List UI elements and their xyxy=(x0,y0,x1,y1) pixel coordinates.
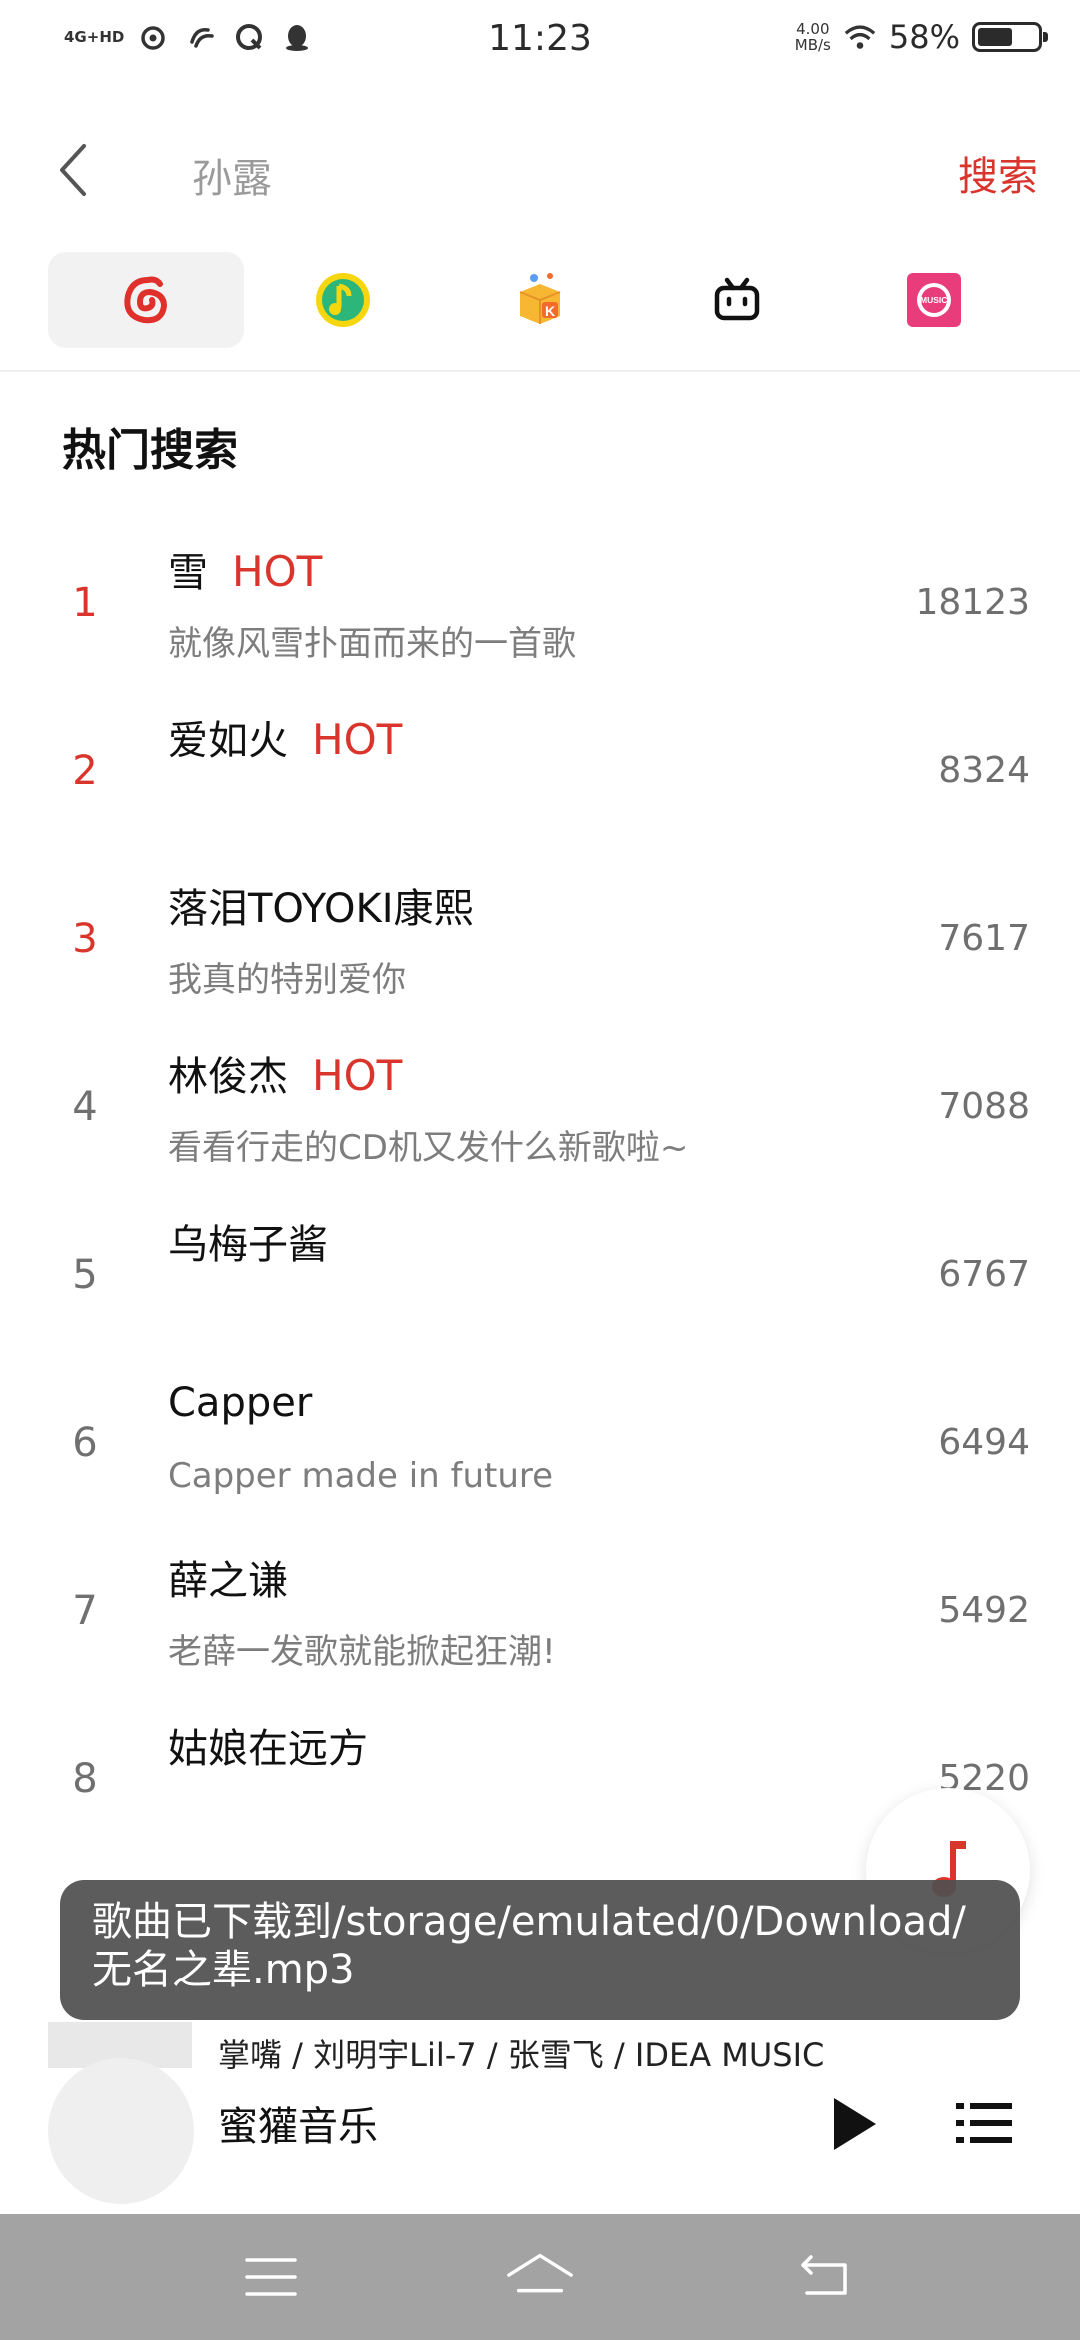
chevron-left-icon xyxy=(60,144,86,196)
item-count: 7088 xyxy=(938,1086,1030,1127)
item-title: 爱如火 xyxy=(168,718,288,764)
item-title: Capper xyxy=(168,1380,313,1426)
item-title-line: 薛之谦 xyxy=(168,1548,288,1606)
hot-search-item[interactable]: 2 爱如火 HOT 8324 xyxy=(0,688,1080,856)
item-subtitle: 我真的特别爱你 xyxy=(168,960,406,1000)
download-toast: 歌曲已下载到/storage/emulated/0/Download/无名之辈.… xyxy=(60,1880,1020,2020)
battery-icon xyxy=(972,22,1048,52)
playlist-button[interactable] xyxy=(954,2098,1014,2148)
item-rank: 5 xyxy=(72,1252,98,1298)
hot-search-item[interactable]: 6 Capper Capper made in future 6494 xyxy=(0,1360,1080,1528)
item-rank: 7 xyxy=(72,1588,98,1634)
item-rank: 4 xyxy=(72,1084,98,1130)
player-title: 蜜獾音乐 xyxy=(218,2104,378,2150)
hot-badge: HOT xyxy=(312,1051,403,1100)
divider xyxy=(0,370,1080,372)
play-button[interactable] xyxy=(826,2094,882,2154)
playlist-icon xyxy=(956,2103,1012,2143)
music-source-tabs: K MUSIC xyxy=(48,252,1032,348)
item-rank: 8 xyxy=(72,1756,98,1802)
item-subtitle: 看看行走的CD机又发什么新歌啦~ xyxy=(168,1128,689,1168)
item-subtitle: 就像风雪扑面而来的一首歌 xyxy=(168,624,576,664)
back-button[interactable] xyxy=(52,138,112,202)
battery-level xyxy=(978,28,1012,46)
home-icon xyxy=(507,2253,573,2293)
player-disc[interactable] xyxy=(48,2058,194,2204)
item-rank: 2 xyxy=(72,748,98,794)
hot-search-list: 1 雪 HOT 就像风雪扑面而来的一首歌 18123 2 爱如火 HOT 8324 … xyxy=(0,520,1080,1864)
migu-music-icon: MUSIC xyxy=(907,273,961,327)
bilibili-icon xyxy=(714,277,760,321)
item-rank: 3 xyxy=(72,916,98,962)
item-title: 薛之谦 xyxy=(168,1558,288,1604)
item-title-line: 爱如火 HOT xyxy=(168,708,402,766)
netease-music-icon xyxy=(124,276,168,324)
kugou-music-icon: K xyxy=(519,273,561,324)
item-title-line: Capper xyxy=(168,1380,312,1426)
status-bar: 4G+HD 11:23 4.00 MB/s 58% xyxy=(0,0,1080,84)
search-header: 孙露 搜索 xyxy=(0,120,1080,220)
return-icon xyxy=(801,2255,847,2295)
hot-search-item[interactable]: 1 雪 HOT 就像风雪扑面而来的一首歌 18123 xyxy=(0,520,1080,688)
network-speed-value: 4.00 xyxy=(796,20,830,38)
item-rank: 1 xyxy=(72,580,98,626)
network-speed-unit: MB/s xyxy=(794,36,831,54)
source-tab-qq[interactable] xyxy=(245,252,441,348)
wifi-icon xyxy=(843,20,877,54)
play-icon xyxy=(834,2098,876,2150)
item-title: 林俊杰 xyxy=(168,1054,288,1100)
source-tab-migu[interactable]: MUSIC xyxy=(836,252,1032,348)
qq-music-icon xyxy=(316,273,370,327)
item-title-line: 雪 HOT xyxy=(168,540,322,598)
hot-badge: HOT xyxy=(232,547,323,596)
item-count: 6494 xyxy=(938,1422,1030,1463)
status-right: 4.00 MB/s 58% xyxy=(795,18,1048,56)
hot-search-item[interactable]: 5 乌梅子酱 6767 xyxy=(0,1192,1080,1360)
item-title: 姑娘在远方 xyxy=(168,1726,368,1772)
mini-player[interactable]: 掌嘴 / 刘明宇Lil-7 / 张雪飞 / IDEA MUSIC 蜜獾音乐 xyxy=(0,2012,1080,2212)
menu-button[interactable] xyxy=(236,2242,306,2312)
item-title: 雪 xyxy=(168,550,208,596)
item-title: 落泪TOYOKI康熙 xyxy=(168,886,474,932)
home-button[interactable] xyxy=(505,2242,575,2312)
item-count: 8324 xyxy=(938,750,1030,791)
player-artists: 掌嘴 / 刘明宇Lil-7 / 张雪飞 / IDEA MUSIC xyxy=(218,2036,825,2074)
item-subtitle: 老薛一发歌就能掀起狂潮! xyxy=(168,1632,556,1672)
menu-icon xyxy=(245,2258,297,2296)
item-count: 6767 xyxy=(938,1254,1030,1295)
source-tab-bilibili[interactable] xyxy=(639,252,835,348)
network-speed: 4.00 MB/s xyxy=(795,21,831,53)
section-title: 热门搜索 xyxy=(62,425,238,476)
source-tab-kugou[interactable]: K xyxy=(442,252,638,348)
hot-search-item[interactable]: 4 林俊杰 HOT 看看行走的CD机又发什么新歌啦~ 7088 xyxy=(0,1024,1080,1192)
system-nav-bar xyxy=(0,2214,1080,2340)
item-title-line: 姑娘在远方 xyxy=(168,1716,368,1774)
svg-text:MUSIC: MUSIC xyxy=(920,295,947,305)
item-rank: 6 xyxy=(72,1420,98,1466)
item-title: 乌梅子酱 xyxy=(168,1222,328,1268)
item-title-line: 乌梅子酱 xyxy=(168,1212,328,1270)
hot-search-item[interactable]: 3 落泪TOYOKI康熙 我真的特别爱你 7617 xyxy=(0,856,1080,1024)
item-subtitle: Capper made in future xyxy=(168,1456,554,1496)
battery-percent: 58% xyxy=(888,18,960,56)
back-nav-button[interactable] xyxy=(788,2242,858,2312)
svg-text:K: K xyxy=(545,303,555,319)
item-title-line: 落泪TOYOKI康熙 xyxy=(168,876,474,934)
hot-search-item[interactable]: 7 薛之谦 老薛一发歌就能掀起狂潮! 5492 xyxy=(0,1528,1080,1696)
item-count: 5492 xyxy=(938,1590,1030,1631)
source-tab-netease[interactable] xyxy=(48,252,244,348)
search-button[interactable]: 搜索 xyxy=(958,144,1038,202)
hot-badge: HOT xyxy=(312,715,403,764)
item-count: 7617 xyxy=(938,918,1030,959)
item-count: 18123 xyxy=(915,582,1030,623)
item-title-line: 林俊杰 HOT xyxy=(168,1044,402,1102)
search-input[interactable]: 孙露 xyxy=(192,146,272,204)
